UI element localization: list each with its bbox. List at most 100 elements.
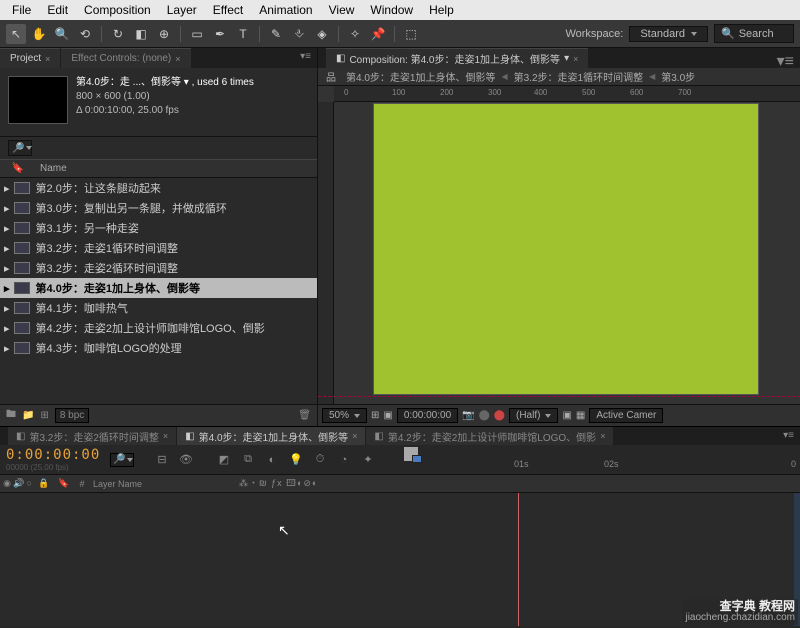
selection-tool[interactable]: ↖ [6, 24, 26, 44]
close-icon[interactable]: × [573, 54, 578, 64]
text-tool[interactable]: T [233, 24, 253, 44]
project-item-selected[interactable]: ▸第4.0步：走姿1加上身体、倒影等 [0, 278, 317, 298]
draft3d-icon[interactable]: ◩ [214, 451, 234, 469]
project-item[interactable]: ▸第4.3步：咖啡馆LOGO的处理 [0, 338, 317, 358]
pen-tool[interactable]: ✒ [210, 24, 230, 44]
auto-keyframe-icon[interactable]: ◔ [334, 451, 354, 469]
composition-viewer[interactable]: 0100200300400500600700 [318, 86, 800, 404]
new-comp-icon[interactable]: ⊞ [40, 410, 48, 421]
mouse-cursor-icon: ↖ [278, 522, 290, 539]
time-ruler[interactable]: 01s 02s 0 [386, 447, 800, 473]
motion-blur-icon[interactable]: ◐ [262, 451, 282, 469]
anchor-tool[interactable]: ⊕ [154, 24, 174, 44]
close-icon[interactable]: × [600, 431, 605, 441]
timeline-search-input[interactable]: 🔎 [110, 453, 134, 467]
panel-menu-icon[interactable]: ▾≡ [294, 48, 317, 68]
composition-stage[interactable] [374, 104, 758, 394]
brainstorm-icon[interactable]: 💡 [286, 451, 306, 469]
project-item[interactable]: ▸第4.1步：咖啡热气 [0, 298, 317, 318]
breadcrumb-item[interactable]: 第4.0步：走姿1加上身体、倒影等 [342, 69, 499, 84]
rect-tool[interactable]: ▭ [187, 24, 207, 44]
flowchart-icon[interactable]: 品 [322, 69, 340, 84]
solo-icon[interactable]: ○ [26, 478, 31, 489]
mask-icon[interactable]: ▣ [383, 410, 392, 421]
close-icon[interactable]: × [175, 54, 180, 64]
project-item[interactable]: ▸第3.1步：另一种走姿 [0, 218, 317, 238]
timeline-tab-active[interactable]: ◧ 第4.0步：走姿1加上身体、倒影等 × [177, 427, 365, 445]
column-name[interactable]: Name [36, 163, 67, 174]
puppet-tool[interactable]: 📌 [368, 24, 388, 44]
menu-edit[interactable]: Edit [39, 1, 76, 19]
project-search-input[interactable]: 🔎 [8, 140, 32, 156]
project-item[interactable]: ▸第3.2步：走姿2循环时间调整 [0, 258, 317, 278]
lock-icon[interactable]: 🔒 [35, 478, 53, 489]
menu-animation[interactable]: Animation [251, 1, 320, 19]
project-item[interactable]: ▸第2.0步：让这条腿动起来 [0, 178, 317, 198]
menu-window[interactable]: Window [362, 1, 421, 19]
graph-editor-icon[interactable]: ⏱ [310, 451, 330, 469]
menu-view[interactable]: View [321, 1, 363, 19]
tab-project[interactable]: Project× [0, 48, 60, 68]
roi-icon[interactable]: ▣ [562, 410, 571, 421]
channel-icon[interactable]: ⬤ [494, 410, 505, 421]
roto-tool[interactable]: ✧ [345, 24, 365, 44]
frame-blend-icon[interactable]: ⧉ [238, 451, 258, 469]
transparency-icon[interactable]: ▦ [576, 410, 585, 421]
local-axis-icon[interactable]: ⬚ [401, 24, 421, 44]
bpc-toggle[interactable]: 8 bpc [55, 408, 89, 423]
panel-menu-icon[interactable]: ▾≡ [777, 427, 800, 445]
audio-enable-icon[interactable]: 🔊 [13, 478, 24, 489]
project-item[interactable]: ▸第3.0步：复制出另一条腿，并做成循环 [0, 198, 317, 218]
orbit-tool[interactable]: ⟲ [75, 24, 95, 44]
label-icon[interactable]: 🔖 [53, 478, 75, 489]
interpret-icon[interactable]: 🖿 [6, 407, 16, 424]
playhead-line[interactable] [518, 493, 519, 626]
video-enable-icon[interactable]: ◉ [3, 478, 11, 489]
brush-tool[interactable]: ✎ [266, 24, 286, 44]
sort-icon[interactable]: 🔖 [0, 163, 36, 174]
trash-icon[interactable]: 🗑 [298, 410, 311, 421]
clone-tool[interactable]: ⎀ [289, 24, 309, 44]
more-icon[interactable]: ✦ [358, 451, 378, 469]
grid-icon[interactable]: ⊞ [371, 410, 379, 421]
playhead-icon[interactable] [412, 455, 422, 463]
comp-dimensions: 800 × 600 (1.00) [76, 90, 254, 104]
close-icon[interactable]: × [163, 431, 168, 441]
panel-menu-icon[interactable]: ▾≡ [771, 48, 800, 68]
rotate-tool[interactable]: ↻ [108, 24, 128, 44]
timeline-tab[interactable]: ◧ 第4.2步：走姿2加上设计师咖啡馆LOGO、倒影 × [366, 427, 613, 445]
shy-icon[interactable]: 👁 [176, 451, 196, 469]
eraser-tool[interactable]: ◈ [312, 24, 332, 44]
menu-help[interactable]: Help [421, 1, 462, 19]
current-time[interactable]: 0:00:00:00 [397, 408, 458, 423]
project-item[interactable]: ▸第3.2步：走姿1循环时间调整 [0, 238, 317, 258]
menu-file[interactable]: File [4, 1, 39, 19]
menu-composition[interactable]: Composition [76, 1, 159, 19]
menu-effect[interactable]: Effect [205, 1, 251, 19]
camera-tool[interactable]: ◧ [131, 24, 151, 44]
menu-layer[interactable]: Layer [159, 1, 205, 19]
help-search-input[interactable]: 🔍 Search [714, 24, 794, 43]
hand-tool[interactable]: ✋ [29, 24, 49, 44]
snapshot-icon[interactable]: 📷 [462, 410, 474, 421]
breadcrumb-item[interactable]: 第3.0步 [657, 69, 699, 84]
current-timecode[interactable]: 0:00:00:00 00000 (25.00 fps) [0, 445, 110, 474]
comp-icon [14, 262, 30, 274]
close-icon[interactable]: × [45, 54, 50, 64]
new-folder-icon[interactable]: 📁 [22, 410, 34, 421]
breadcrumb-item[interactable]: 第3.2步：走姿1循环时间调整 [510, 69, 647, 84]
comp-mini-icon[interactable]: ⊟ [152, 451, 172, 469]
timeline-tab[interactable]: ◧ 第3.2步：走姿2循环时间调整 × [8, 427, 176, 445]
tab-composition[interactable]: ◧ Composition: 第4.0步：走姿1加上身体、倒影等 ▾ × [326, 48, 588, 68]
close-icon[interactable]: × [352, 431, 357, 441]
zoom-tool[interactable]: 🔍 [52, 24, 72, 44]
camera-dropdown[interactable]: Active Camer [589, 408, 663, 423]
guide-line[interactable] [318, 396, 800, 397]
zoom-dropdown[interactable]: 50% [322, 408, 367, 423]
tab-effect-controls[interactable]: Effect Controls: (none)× [61, 48, 190, 68]
timeline-layer-area[interactable] [0, 493, 800, 626]
resolution-dropdown[interactable]: (Half) [509, 408, 558, 423]
workspace-dropdown[interactable]: Standard [629, 26, 708, 42]
workspace-label: Workspace: [565, 28, 623, 40]
project-item[interactable]: ▸第4.2步：走姿2加上设计师咖啡馆LOGO、倒影 [0, 318, 317, 338]
